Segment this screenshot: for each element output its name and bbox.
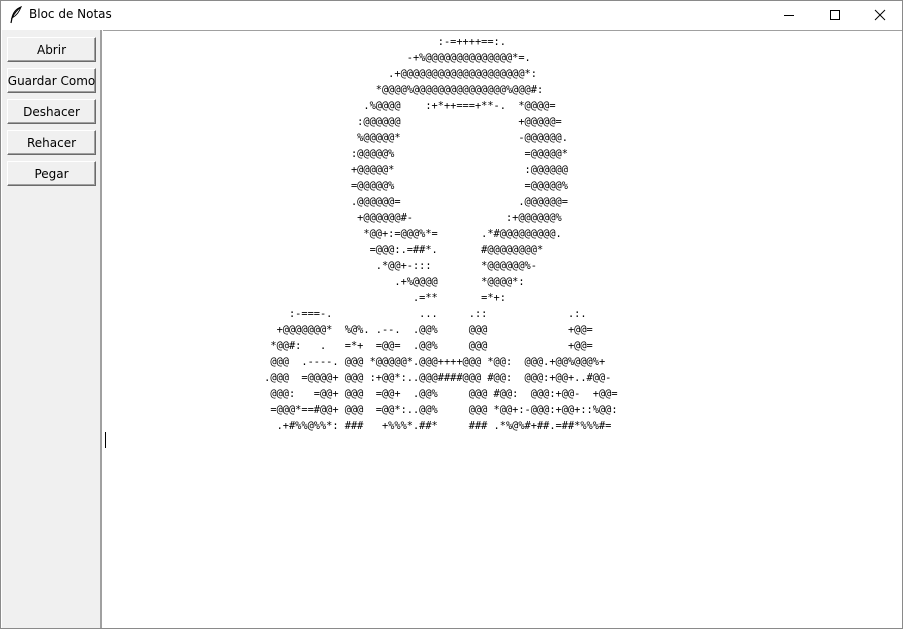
text-line: @@@ .----. @@@ *@@@@@*.@@@++++@@@ *@@: @… [103, 356, 606, 368]
maximize-button[interactable] [812, 1, 858, 29]
text-line: .%@@@@ :+*++===+**-. *@@@@= [103, 100, 556, 112]
text-line: .@@@ =@@@@+ @@@ :+@@*:..@@@####@@@ #@@: … [103, 372, 612, 384]
close-icon [874, 9, 886, 21]
notepad-window: Bloc de Notas Abrir Guardar Como Deshace… [0, 0, 903, 629]
toolbar-panel: Abrir Guardar Como Deshacer Rehacer Pega… [2, 30, 102, 628]
text-line: :@@@@@% =@@@@@* [103, 148, 568, 160]
undo-button[interactable]: Deshacer [7, 99, 96, 124]
open-button[interactable]: Abrir [7, 37, 96, 62]
maximize-icon [830, 10, 840, 20]
text-line: *@@+:=@@@%*= .*#@@@@@@@@@. [103, 228, 562, 240]
text-line: =@@@*==#@@+ @@@ =@@*:..@@% @@@ *@@+:-@@@… [103, 404, 618, 416]
text-line: :@@@@@@ +@@@@@= [103, 116, 562, 128]
text-line: *@@@@%@@@@@@@@@@@@@@@%@@@#: [103, 84, 544, 96]
text-line: +@@@@@@#- :+@@@@@@% [103, 212, 562, 224]
minimize-button[interactable] [766, 1, 812, 29]
ascii-art-content: :-=++++==:. -+%@@@@@@@@@@@@@@*=. .+@@@@@… [103, 34, 618, 434]
minimize-icon [784, 15, 794, 16]
save-as-button[interactable]: Guardar Como [7, 68, 96, 93]
text-line: .+#%%@%%*: ### +%%%*.##* ### .*%@%#+##.=… [103, 420, 612, 432]
window-title: Bloc de Notas [29, 7, 112, 21]
feather-icon [9, 5, 23, 24]
redo-button[interactable]: Rehacer [7, 130, 96, 155]
text-line: .*@@+-::: *@@@@@@%- [103, 260, 537, 272]
text-caret [105, 432, 106, 448]
text-line: .=** =*+: [103, 292, 506, 304]
title-bar[interactable]: Bloc de Notas [1, 1, 902, 29]
text-line: :-===-. ... .:: .:. [103, 308, 587, 320]
text-line: .+@@@@@@@@@@@@@@@@@@@@*: [103, 68, 537, 80]
text-line: -+%@@@@@@@@@@@@@@*=. [103, 52, 531, 64]
text-line: +@@@@@@@* %@%. .--. .@@% @@@ +@@= [103, 324, 593, 336]
text-line: *@@#: . =*+ =@@= .@@% @@@ +@@= [103, 340, 593, 352]
text-line: %@@@@@* -@@@@@@. [103, 132, 568, 144]
text-line: @@@: =@@+ @@@ =@@+ .@@% @@@ #@@: @@@:+@@… [103, 388, 618, 400]
text-line: .@@@@@@= .@@@@@@= [103, 196, 568, 208]
text-line: .+%@@@@ *@@@@*: [103, 276, 525, 288]
text-line: =@@@:.=##*. #@@@@@@@@* [103, 244, 544, 256]
paste-button[interactable]: Pegar [7, 161, 96, 186]
text-line: +@@@@@* :@@@@@@ [103, 164, 568, 176]
text-line: :-=++++==:. [103, 36, 506, 48]
close-button[interactable] [857, 1, 903, 29]
text-editor[interactable]: :-=++++==:. -+%@@@@@@@@@@@@@@*=. .+@@@@@… [103, 30, 902, 628]
text-line: =@@@@@% =@@@@@% [103, 180, 568, 192]
